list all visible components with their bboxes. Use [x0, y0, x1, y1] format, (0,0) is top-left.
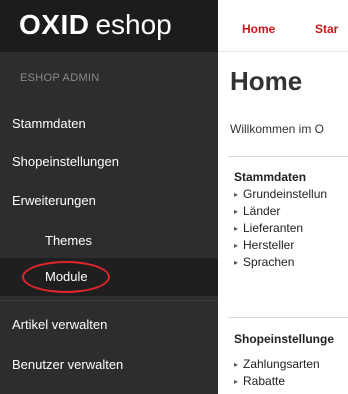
sidebar-item-themes[interactable]: Themes [0, 222, 218, 260]
section-title-stammdaten: Stammdaten [234, 170, 307, 184]
link-label: Sprachen [243, 255, 295, 269]
link-label: Zahlungsarten [243, 357, 320, 371]
sidebar-item-label: Shopeinstellungen [12, 154, 119, 169]
logo-light: eshop [95, 9, 172, 40]
topnav-start-link[interactable]: Star [315, 22, 338, 36]
topnav-home-link[interactable]: Home [242, 22, 275, 36]
sidebar-item-label: Stammdaten [12, 116, 86, 131]
logo[interactable]: OXID eshop [0, 0, 218, 52]
caret-right-icon: ▸ [234, 360, 239, 369]
caret-right-icon: ▸ [234, 207, 239, 216]
welcome-text: Willkommen im O [230, 122, 325, 136]
page-title: Home [230, 66, 303, 96]
link-label: Lieferanten [243, 221, 304, 235]
link-label: Rabatte [243, 374, 286, 388]
link-hersteller[interactable]: ▸ Hersteller [234, 238, 294, 252]
caret-right-icon: ▸ [234, 377, 239, 386]
link-label: Hersteller [243, 238, 295, 252]
sidebar-item-label: Themes [45, 233, 92, 248]
sidebar-item-label: Artikel verwalten [12, 317, 108, 332]
sidebar-item-erweiterungen[interactable]: Erweiterungen [0, 182, 218, 220]
sidebar-divider [0, 300, 218, 301]
section-divider [228, 156, 348, 157]
link-zahlungsarten[interactable]: ▸ Zahlungsarten [234, 357, 320, 371]
caret-right-icon: ▸ [234, 224, 239, 233]
caret-right-icon: ▸ [234, 258, 239, 267]
sidebar-item-stammdaten[interactable]: Stammdaten [0, 105, 218, 143]
sidebar-heading: ESHOP ADMIN [20, 72, 100, 84]
link-rabatte[interactable]: ▸ Rabatte [234, 374, 285, 388]
sidebar: OXID eshop ESHOP ADMIN Stammdaten Shopein… [0, 0, 218, 394]
sidebar-item-artikel-verwalten[interactable]: Artikel verwalten [0, 306, 218, 344]
link-sprachen[interactable]: ▸ Sprachen [234, 255, 294, 269]
section-title-shopeinstellungen: Shopeinstellunge [234, 332, 335, 346]
link-label: Länder [243, 204, 281, 218]
main-content: Home Star Home Willkommen im O Stammdate… [218, 0, 348, 394]
top-navigation: Home Star [218, 0, 348, 52]
logo-strong: OXID [19, 9, 90, 40]
link-laender[interactable]: ▸ Länder [234, 204, 280, 218]
section-divider [228, 317, 348, 318]
link-lieferanten[interactable]: ▸ Lieferanten [234, 221, 303, 235]
sidebar-item-label: Erweiterungen [12, 193, 96, 208]
sidebar-item-shopeinstellungen[interactable]: Shopeinstellungen [0, 143, 218, 181]
sidebar-item-label: Benutzer verwalten [12, 357, 124, 372]
link-grundeinstellungen[interactable]: ▸ Grundeinstellun [234, 187, 327, 201]
caret-right-icon: ▸ [234, 241, 239, 250]
caret-right-icon: ▸ [234, 190, 239, 199]
sidebar-item-benutzer-verwalten[interactable]: Benutzer verwalten [0, 346, 218, 384]
highlight-circle [22, 261, 110, 293]
link-label: Grundeinstellun [243, 187, 328, 201]
logo-text: OXID eshop [19, 9, 172, 41]
